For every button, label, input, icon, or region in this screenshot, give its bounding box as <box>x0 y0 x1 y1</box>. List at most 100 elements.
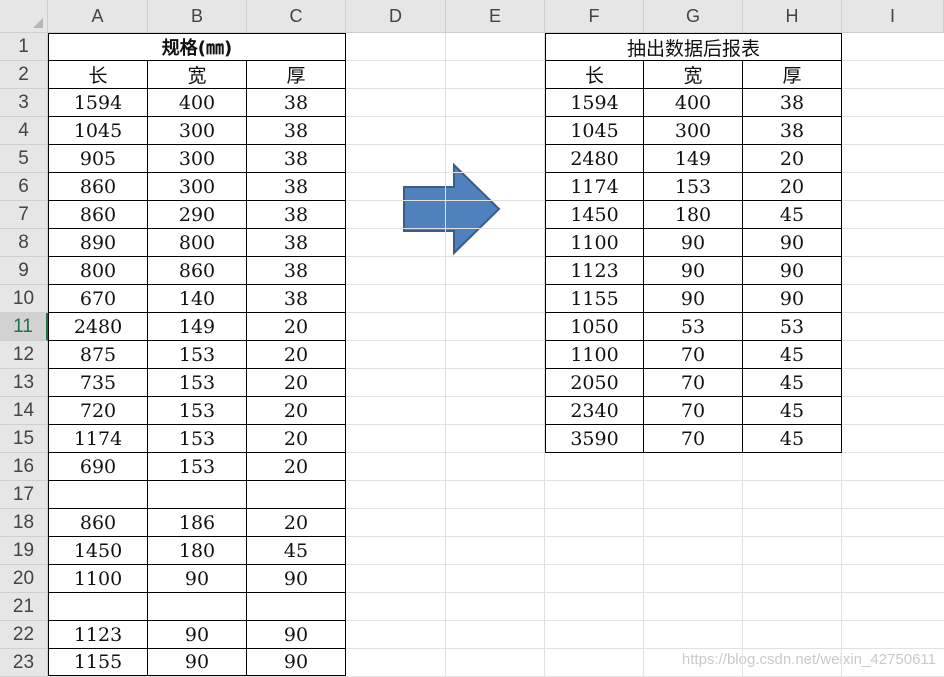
right-table-cell[interactable]: 53 <box>743 313 842 341</box>
left-table-cell[interactable]: 20 <box>247 397 346 425</box>
left-table-header-cell[interactable]: 厚 <box>247 61 346 89</box>
column-header-a[interactable]: A <box>48 0 148 33</box>
left-table-cell[interactable]: 90 <box>247 621 346 649</box>
right-table-cell[interactable]: 45 <box>743 341 842 369</box>
column-header-b[interactable]: B <box>148 0 247 33</box>
column-header-c[interactable]: C <box>247 0 346 33</box>
left-table-cell[interactable]: 800 <box>148 229 247 257</box>
row-header-21[interactable]: 21 <box>0 593 48 621</box>
right-table-cell[interactable]: 70 <box>644 369 743 397</box>
row-header-8[interactable]: 8 <box>0 229 48 257</box>
left-table-cell[interactable]: 153 <box>148 341 247 369</box>
row-header-6[interactable]: 6 <box>0 173 48 201</box>
row-header-12[interactable]: 12 <box>0 341 48 369</box>
left-table-cell[interactable]: 149 <box>148 313 247 341</box>
left-table-cell[interactable]: 20 <box>247 425 346 453</box>
row-header-2[interactable]: 2 <box>0 61 48 89</box>
row-header-22[interactable]: 22 <box>0 621 48 649</box>
left-table-cell[interactable]: 2480 <box>48 313 148 341</box>
row-header-23[interactable]: 23 <box>0 649 48 677</box>
right-table-cell[interactable]: 90 <box>644 285 743 313</box>
left-table-cell[interactable]: 735 <box>48 369 148 397</box>
left-table-cell[interactable]: 45 <box>247 537 346 565</box>
left-table-cell[interactable]: 1155 <box>48 649 148 676</box>
row-header-15[interactable]: 15 <box>0 425 48 453</box>
left-table-cell[interactable]: 290 <box>148 201 247 229</box>
right-table-cell[interactable]: 1100 <box>545 229 644 257</box>
left-table-cell[interactable]: 905 <box>48 145 148 173</box>
right-table-cell[interactable]: 20 <box>743 173 842 201</box>
right-table-cell[interactable]: 20 <box>743 145 842 173</box>
right-table-cell[interactable]: 1174 <box>545 173 644 201</box>
right-table-cell[interactable]: 45 <box>743 425 842 453</box>
right-table-header-cell[interactable]: 宽 <box>644 61 743 89</box>
left-table-cell[interactable]: 860 <box>48 173 148 201</box>
left-table-cell[interactable]: 180 <box>148 537 247 565</box>
right-table-cell[interactable]: 45 <box>743 369 842 397</box>
left-table-cell[interactable]: 400 <box>148 89 247 117</box>
right-table-cell[interactable]: 45 <box>743 397 842 425</box>
left-table-cell[interactable]: 670 <box>48 285 148 313</box>
left-table-cell[interactable]: 875 <box>48 341 148 369</box>
column-header-i[interactable]: I <box>842 0 944 33</box>
right-table-cell[interactable]: 1100 <box>545 341 644 369</box>
row-header-7[interactable]: 7 <box>0 201 48 229</box>
right-table-cell[interactable]: 53 <box>644 313 743 341</box>
left-table-cell[interactable]: 38 <box>247 257 346 285</box>
left-table-cell[interactable]: 38 <box>247 89 346 117</box>
left-table-cell[interactable]: 1100 <box>48 565 148 593</box>
left-table-cell[interactable]: 300 <box>148 173 247 201</box>
column-header-h[interactable]: H <box>743 0 842 33</box>
row-header-17[interactable]: 17 <box>0 481 48 509</box>
row-header-3[interactable]: 3 <box>0 89 48 117</box>
left-table-cell[interactable]: 153 <box>148 397 247 425</box>
row-header-1[interactable]: 1 <box>0 33 48 61</box>
right-table-header-cell[interactable]: 长 <box>545 61 644 89</box>
left-table-cell[interactable]: 300 <box>148 117 247 145</box>
right-table-cell[interactable]: 70 <box>644 397 743 425</box>
row-header-14[interactable]: 14 <box>0 397 48 425</box>
right-table-cell[interactable]: 70 <box>644 341 743 369</box>
column-header-f[interactable]: F <box>545 0 644 33</box>
left-table-cell[interactable]: 860 <box>148 257 247 285</box>
right-table-cell[interactable]: 1450 <box>545 201 644 229</box>
column-header-e[interactable]: E <box>446 0 545 33</box>
right-table-cell[interactable]: 149 <box>644 145 743 173</box>
row-header-13[interactable]: 13 <box>0 369 48 397</box>
left-table-cell[interactable] <box>247 593 346 621</box>
left-table-cell[interactable]: 186 <box>148 509 247 537</box>
left-table-cell[interactable]: 20 <box>247 313 346 341</box>
left-table-cell[interactable]: 1045 <box>48 117 148 145</box>
select-all-corner[interactable] <box>0 0 48 33</box>
row-header-19[interactable]: 19 <box>0 537 48 565</box>
left-table-cell[interactable]: 90 <box>247 565 346 593</box>
left-table-cell[interactable]: 90 <box>148 565 247 593</box>
row-header-10[interactable]: 10 <box>0 285 48 313</box>
left-table-cell[interactable]: 140 <box>148 285 247 313</box>
column-header-d[interactable]: D <box>346 0 446 33</box>
left-table-cell[interactable] <box>148 481 247 509</box>
left-table-cell[interactable]: 300 <box>148 145 247 173</box>
right-table-cell[interactable]: 90 <box>743 285 842 313</box>
right-table-cell[interactable]: 400 <box>644 89 743 117</box>
left-table-cell[interactable]: 38 <box>247 229 346 257</box>
right-table-cell[interactable]: 45 <box>743 201 842 229</box>
left-table-cell[interactable]: 38 <box>247 145 346 173</box>
column-header-g[interactable]: G <box>644 0 743 33</box>
right-table-cell[interactable]: 90 <box>743 229 842 257</box>
left-table-cell[interactable]: 38 <box>247 285 346 313</box>
left-table-cell[interactable]: 860 <box>48 509 148 537</box>
left-table-cell[interactable]: 90 <box>148 621 247 649</box>
left-table-cell[interactable]: 1123 <box>48 621 148 649</box>
right-table-cell[interactable]: 1594 <box>545 89 644 117</box>
right-table-cell[interactable]: 38 <box>743 89 842 117</box>
left-table-cell[interactable]: 20 <box>247 369 346 397</box>
left-table-cell[interactable]: 690 <box>48 453 148 481</box>
left-table-cell[interactable]: 1174 <box>48 425 148 453</box>
left-table-cell[interactable]: 38 <box>247 173 346 201</box>
right-table-cell[interactable]: 38 <box>743 117 842 145</box>
left-table-header-cell[interactable]: 长 <box>48 61 148 89</box>
left-table-cell[interactable]: 1594 <box>48 89 148 117</box>
right-table-cell[interactable]: 90 <box>743 257 842 285</box>
left-table-title[interactable]: 规格(㎜) <box>48 33 346 61</box>
